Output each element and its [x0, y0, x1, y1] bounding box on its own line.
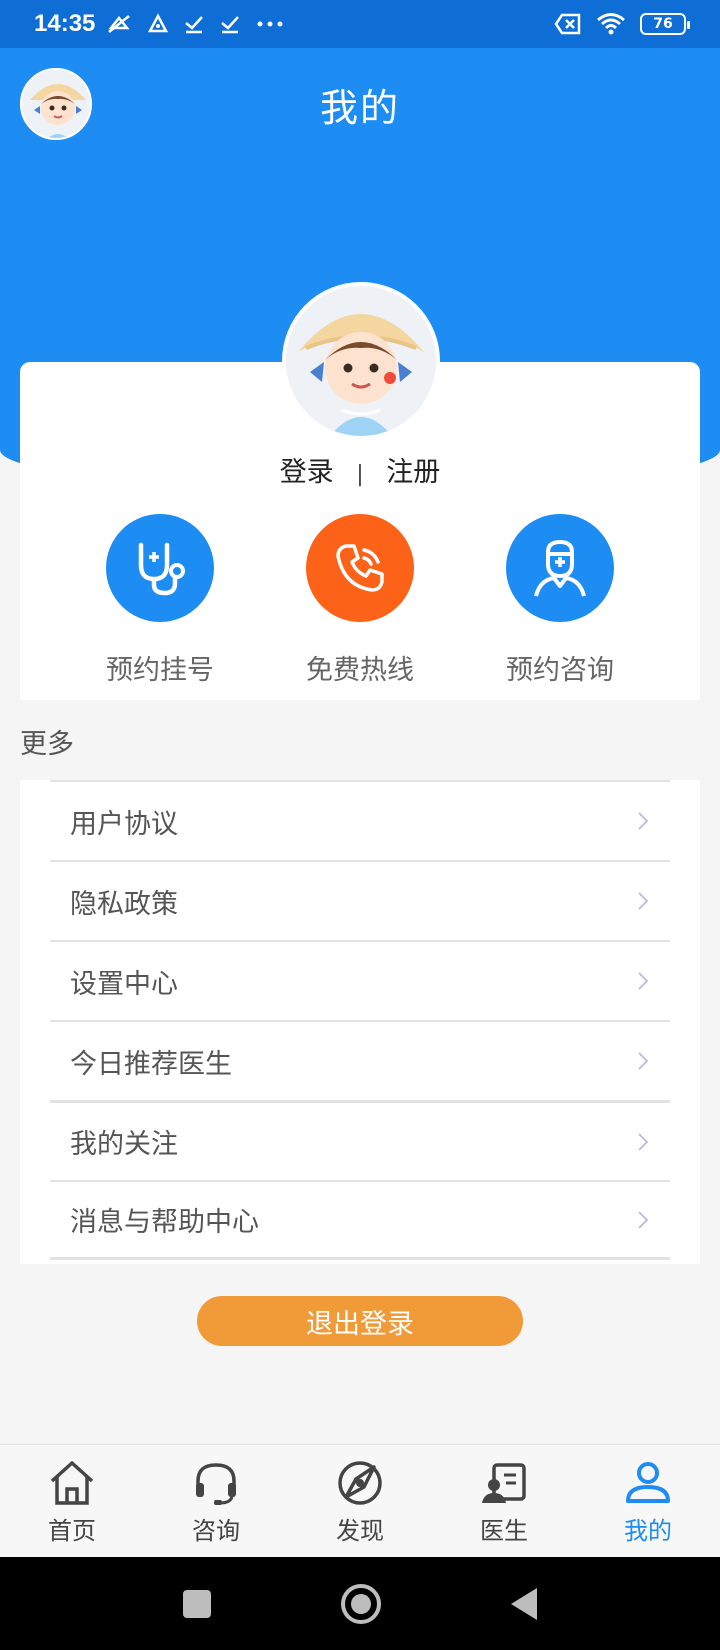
- tab-label: 发现: [336, 1517, 384, 1545]
- more-dots-icon: [257, 21, 283, 27]
- tab-label: 医生: [480, 1517, 528, 1545]
- headset-icon: [196, 1463, 236, 1505]
- menu-item-label: 隐私政策: [70, 888, 178, 920]
- menu-item-privacy-policy[interactable]: 隐私政策: [50, 860, 670, 940]
- compass-icon: [338, 1461, 382, 1505]
- tab-label: 我的: [624, 1517, 672, 1545]
- menu-item-recommended-doctors[interactable]: 今日推荐医生: [50, 1020, 670, 1100]
- more-menu-card: 用户协议 隐私政策 设置中心 今日推荐医生 我的关注 消息与帮助中心: [20, 780, 700, 1264]
- avatar-illustration: [286, 286, 436, 436]
- app-header: 我的: [0, 48, 720, 160]
- tab-consult[interactable]: 咨询: [144, 1445, 288, 1557]
- phone-icon: [306, 514, 414, 622]
- chevron-right-icon: [638, 1210, 649, 1229]
- status-system-icons: 76: [554, 12, 690, 36]
- wifi-icon: [597, 13, 625, 35]
- status-notification-icons: [105, 12, 285, 36]
- home-button[interactable]: [341, 1583, 381, 1624]
- menu-item-label: 消息与帮助中心: [70, 1207, 259, 1238]
- auth-separator: |: [356, 462, 364, 487]
- tab-doctors[interactable]: 医生: [432, 1445, 576, 1557]
- user-icon: [626, 1462, 670, 1503]
- quick-actions: 预约挂号 免费热线 预约咨询: [20, 514, 700, 687]
- stethoscope-icon: [106, 514, 214, 622]
- more-menu-list: 用户协议 隐私政策 设置中心 今日推荐医生 我的关注 消息与帮助中心: [50, 780, 670, 1260]
- tab-mine[interactable]: 我的: [576, 1445, 720, 1557]
- check-icon: [221, 16, 240, 34]
- battery-icon: 76: [640, 13, 690, 35]
- register-link[interactable]: 注册: [386, 450, 440, 489]
- menu-item-my-follows[interactable]: 我的关注: [50, 1100, 670, 1180]
- recent-apps-button[interactable]: [183, 1589, 211, 1618]
- status-time: 14:35: [34, 10, 96, 37]
- chevron-right-icon: [638, 1052, 649, 1070]
- chevron-right-icon: [638, 972, 649, 990]
- menu-item-settings[interactable]: 设置中心: [50, 940, 670, 1020]
- menu-item-label: 用户协议: [70, 808, 178, 840]
- status-bar: 14:35 76: [0, 0, 720, 48]
- chevron-right-icon: [638, 892, 649, 910]
- doctor-icon: [506, 514, 614, 622]
- check-icon: [185, 16, 204, 34]
- tab-discover[interactable]: 发现: [288, 1445, 432, 1557]
- header-avatar[interactable]: [20, 68, 92, 140]
- menu-item-label: 今日推荐医生: [70, 1048, 232, 1080]
- bottom-tab-bar: 首页 咨询 发现 医生 我的: [0, 1444, 720, 1557]
- quick-action-label: 免费热线: [306, 655, 414, 686]
- login-link[interactable]: 登录: [280, 450, 334, 489]
- system-navigation-bar: [0, 1557, 720, 1650]
- section-title-more: 更多: [20, 729, 74, 760]
- menu-item-label: 设置中心: [70, 968, 178, 1000]
- quick-action-label: 预约挂号: [106, 655, 214, 686]
- sync-icon: [148, 13, 169, 33]
- doctor-card-icon: [482, 1463, 526, 1503]
- home-icon: [50, 1461, 94, 1505]
- quick-action-label: 预约咨询: [506, 655, 614, 686]
- logout-button[interactable]: 退出登录: [197, 1296, 523, 1346]
- avatar-illustration: [22, 70, 90, 138]
- mute-icon: [108, 15, 131, 33]
- tab-label: 首页: [48, 1517, 96, 1545]
- back-button[interactable]: [511, 1587, 537, 1620]
- chevron-right-icon: [638, 812, 649, 830]
- free-hotline-button[interactable]: 免费热线: [270, 514, 450, 687]
- auth-row: 登录 | 注册: [0, 450, 720, 489]
- page-title: 我的: [319, 85, 400, 130]
- appointment-registration-button[interactable]: 预约挂号: [70, 514, 250, 687]
- menu-item-user-agreement[interactable]: 用户协议: [50, 780, 670, 860]
- battery-level: 76: [653, 16, 673, 32]
- tab-home[interactable]: 首页: [0, 1445, 144, 1557]
- appointment-consult-button[interactable]: 预约咨询: [470, 514, 650, 687]
- menu-item-label: 我的关注: [70, 1129, 178, 1160]
- profile-avatar[interactable]: [282, 282, 440, 440]
- tab-label: 咨询: [192, 1517, 240, 1545]
- no-sim-icon: [554, 13, 581, 35]
- chevron-right-icon: [638, 1132, 649, 1151]
- menu-item-help-center[interactable]: 消息与帮助中心: [50, 1180, 670, 1260]
